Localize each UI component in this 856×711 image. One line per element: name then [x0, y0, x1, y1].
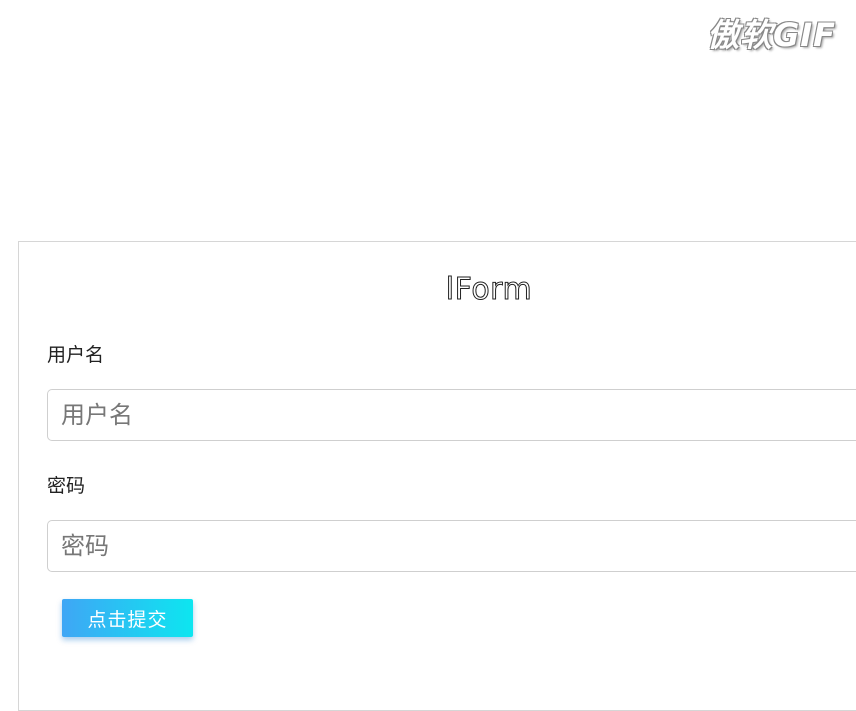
login-form: lForm 用户名 密码 点击提交: [18, 241, 856, 711]
username-label: 用户名: [47, 344, 105, 366]
username-input[interactable]: [47, 389, 856, 441]
form-title: lForm: [445, 272, 533, 308]
password-input[interactable]: [47, 520, 856, 572]
password-label: 密码: [47, 475, 86, 497]
watermark-logo: 傲软GIF: [706, 16, 836, 54]
submit-button[interactable]: 点击提交: [62, 599, 193, 637]
